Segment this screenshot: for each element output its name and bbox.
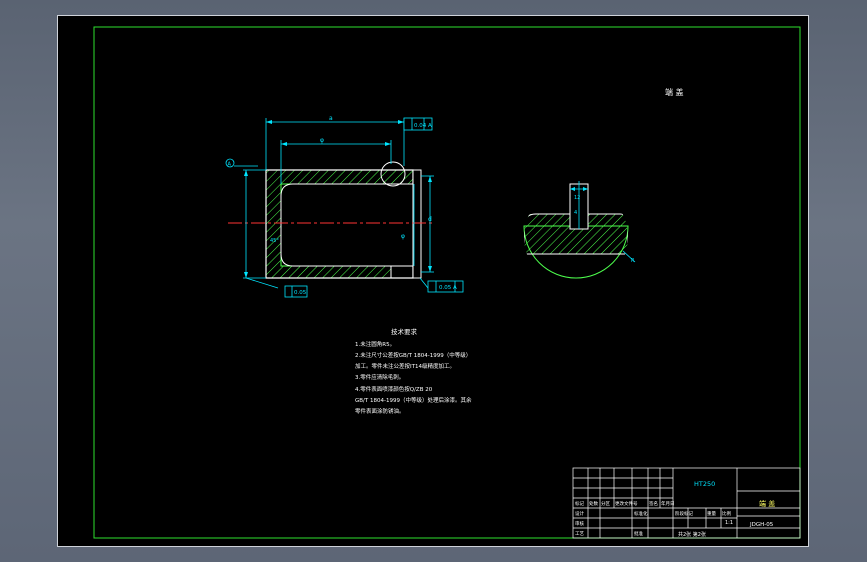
svg-text:2.未注尺寸公差按GB/T 1804-1999（中等级）: 2.未注尺寸公差按GB/T 1804-1999（中等级） bbox=[355, 351, 471, 359]
cad-drawing: a φ d φ 45° 0.04 A 0.05 A 0.05 A 12 4 R … bbox=[93, 26, 801, 539]
section-dim-mid: 4 bbox=[574, 210, 577, 216]
tech-requirements: 技术要求 1.未注圆角R5。 2.未注尺寸公差按GB/T 1804-1999（中… bbox=[355, 327, 472, 415]
svg-text:审核: 审核 bbox=[575, 520, 584, 527]
svg-text:标记: 标记 bbox=[575, 500, 584, 507]
fcf-bottom-right: 0.05 A bbox=[427, 280, 464, 293]
datum-a: A bbox=[225, 158, 235, 168]
sheet-count: 共2张 第2张 bbox=[678, 531, 706, 538]
svg-text:处数: 处数 bbox=[589, 500, 598, 507]
svg-text:批准: 批准 bbox=[634, 530, 643, 537]
svg-text:GB/T 1804-1999（中等级）处理后涂漆。其余: GB/T 1804-1999（中等级）处理后涂漆。其余 bbox=[355, 396, 472, 404]
svg-text:更改文件号: 更改文件号 bbox=[615, 500, 638, 507]
svg-text:0.04 A: 0.04 A bbox=[414, 123, 432, 129]
drawing-no: JDGH-05 bbox=[749, 522, 774, 528]
material: HT250 bbox=[694, 480, 715, 488]
svg-text:4.零件表面喷漆颜色按Q/ZB 20: 4.零件表面喷漆颜色按Q/ZB 20 bbox=[355, 385, 433, 393]
dim-top-outer: a bbox=[329, 115, 333, 122]
svg-text:加工。零件未注公差按IT14级精度加工。: 加工。零件未注公差按IT14级精度加工。 bbox=[355, 362, 455, 370]
fcf-bottom-left: 0.05 bbox=[284, 285, 308, 298]
svg-text:1.未注圆角R5。: 1.未注圆角R5。 bbox=[355, 340, 395, 348]
svg-text:0.05 A: 0.05 A bbox=[439, 285, 457, 291]
radius-label: R bbox=[631, 258, 635, 264]
svg-text:3.零件应清除毛刺。: 3.零件应清除毛刺。 bbox=[355, 373, 404, 381]
part-title: 端 盖 bbox=[665, 87, 684, 97]
dim-right-1: d bbox=[428, 216, 432, 223]
side-section-view: 12 4 R bbox=[523, 181, 636, 279]
svg-text:0.05: 0.05 bbox=[294, 290, 307, 296]
main-section-view: a φ d φ 45° 0.04 A 0.05 A 0.05 A bbox=[225, 115, 464, 298]
svg-text:比例: 比例 bbox=[722, 510, 731, 517]
fcf-top: 0.04 A bbox=[403, 117, 433, 131]
svg-text:签名: 签名 bbox=[649, 500, 658, 507]
drawing-sheet: a φ d φ 45° 0.04 A 0.05 A 0.05 A 12 4 R … bbox=[57, 15, 809, 547]
section-dim-top: 12 bbox=[574, 195, 580, 201]
svg-text:年月日: 年月日 bbox=[661, 500, 675, 507]
title-block: HT250 端 盖 JDGH-05 1:1 共2张 第2张 标记 处数 分区 更… bbox=[572, 467, 801, 539]
dim-mid: 45° bbox=[270, 238, 279, 244]
svg-text:分区: 分区 bbox=[601, 500, 610, 507]
dim-top-inner: φ bbox=[320, 137, 324, 144]
svg-text:阶段标记: 阶段标记 bbox=[675, 510, 693, 517]
scale: 1:1 bbox=[725, 520, 733, 526]
part-name: 端 盖 bbox=[759, 499, 775, 508]
svg-text:标准化: 标准化 bbox=[634, 510, 648, 517]
svg-text:工艺: 工艺 bbox=[575, 531, 584, 537]
svg-text:A: A bbox=[228, 162, 232, 168]
svg-text:重量: 重量 bbox=[707, 510, 716, 517]
tech-heading: 技术要求 bbox=[391, 327, 418, 336]
dim-right-2: φ bbox=[401, 233, 405, 240]
svg-text:零件表面涂防锈油。: 零件表面涂防锈油。 bbox=[355, 407, 405, 415]
svg-text:设计: 设计 bbox=[575, 510, 584, 517]
